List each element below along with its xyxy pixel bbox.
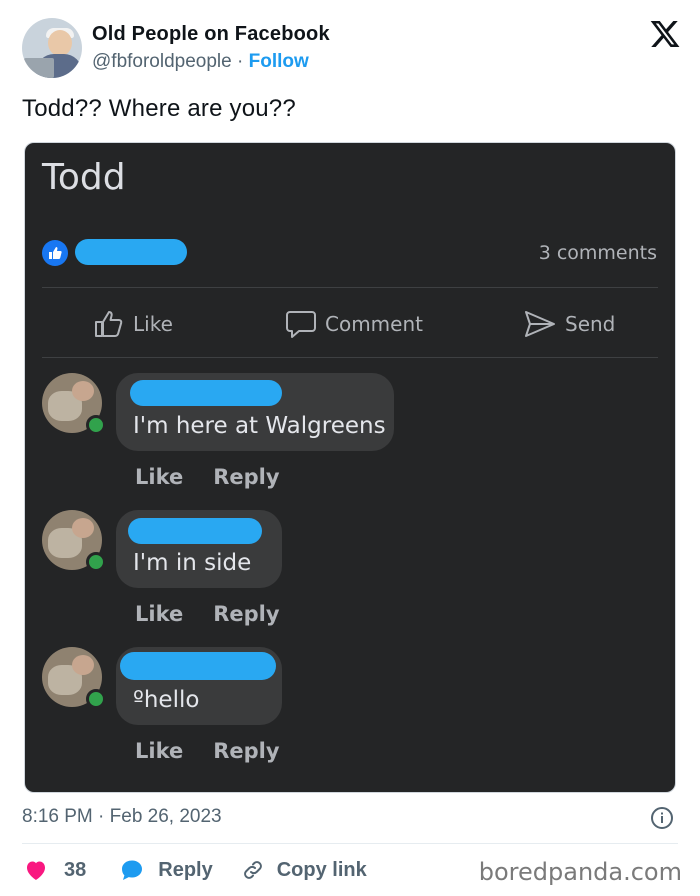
tweet-header: Old People on Facebook @fbforoldpeople ·… — [22, 18, 682, 78]
account-avatar[interactable] — [22, 18, 82, 78]
speech-bubble-icon — [122, 860, 143, 880]
link-icon — [243, 861, 262, 879]
divider-top — [42, 287, 658, 288]
copy-link-button[interactable]: Copy link — [241, 858, 367, 882]
watermark: boredpanda.com — [478, 858, 682, 886]
like-action[interactable]: Like — [93, 309, 173, 339]
thumbs-up-outline-icon — [95, 311, 123, 337]
comment-text: I'm in side — [133, 550, 252, 576]
x-logo-icon[interactable] — [648, 18, 682, 50]
comment-item: ºhello Like Reply — [42, 647, 422, 767]
account-meta: @fbforoldpeople · Follow — [92, 51, 309, 73]
comment-like-button[interactable]: Like — [135, 739, 183, 763]
comment-item: I'm in side Like Reply — [42, 510, 422, 630]
online-status-dot — [86, 689, 106, 709]
comment-action-label: Comment — [325, 312, 423, 336]
tweet-text: Todd?? Where are you?? — [22, 95, 296, 122]
account-handle[interactable]: @fbforoldpeople — [92, 51, 232, 72]
comment-text: ºhello — [133, 687, 200, 713]
comment-like-button[interactable]: Like — [135, 602, 183, 626]
info-icon[interactable] — [650, 806, 674, 830]
send-action-label: Send — [565, 312, 616, 336]
comment-reply-button[interactable]: Reply — [213, 465, 279, 489]
like-count: 38 — [64, 858, 87, 881]
thumbs-up-icon — [49, 247, 62, 259]
reply-button[interactable]: Reply — [120, 858, 213, 882]
comment-bubble[interactable]: I'm in side — [116, 510, 282, 588]
embedded-screenshot[interactable]: Todd 3 comments Like Comment Send I'm he… — [24, 142, 676, 793]
comment-reply-button[interactable]: Reply — [213, 602, 279, 626]
redacted-commenter-name — [120, 652, 276, 680]
divider-bottom — [42, 357, 658, 358]
account-name[interactable]: Old People on Facebook — [92, 23, 330, 46]
comment-reply-button[interactable]: Reply — [213, 739, 279, 763]
redacted-commenter-name — [128, 518, 262, 544]
comment-actions: Like Reply — [135, 602, 280, 626]
tweet-timestamp[interactable]: 8:16 PM · Feb 26, 2023 — [22, 806, 222, 828]
like-reaction-badge — [42, 240, 68, 266]
reply-label: Reply — [158, 858, 213, 881]
comment-action[interactable]: Comment — [285, 309, 423, 339]
copy-link-label: Copy link — [276, 858, 367, 881]
send-icon — [525, 311, 555, 337]
like-action-label: Like — [133, 312, 173, 336]
like-tweet-button[interactable]: 38 — [24, 859, 86, 882]
engagement-bar: 38 Reply Copy link — [24, 855, 367, 885]
comment-count[interactable]: 3 comments — [539, 242, 657, 264]
comment-actions: Like Reply — [135, 465, 280, 489]
comment-like-button[interactable]: Like — [135, 465, 183, 489]
online-status-dot — [86, 415, 106, 435]
comment-bubble[interactable]: I'm here at Walgreens — [116, 373, 394, 451]
online-status-dot — [86, 552, 106, 572]
follow-button[interactable]: Follow — [249, 51, 309, 72]
comment-actions: Like Reply — [135, 739, 280, 763]
send-action[interactable]: Send — [523, 309, 615, 339]
comment-bubble[interactable]: ºhello — [116, 647, 282, 725]
meta-separator: · — [237, 51, 244, 72]
comment-icon — [286, 311, 316, 338]
redacted-commenter-name — [130, 380, 282, 406]
comment-text: I'm here at Walgreens — [133, 413, 386, 439]
footer-divider — [22, 843, 678, 844]
comment-item: I'm here at Walgreens Like Reply — [42, 373, 422, 493]
heart-icon — [27, 861, 45, 880]
redacted-reactor-names — [75, 239, 187, 265]
post-title: Todd — [42, 157, 126, 198]
